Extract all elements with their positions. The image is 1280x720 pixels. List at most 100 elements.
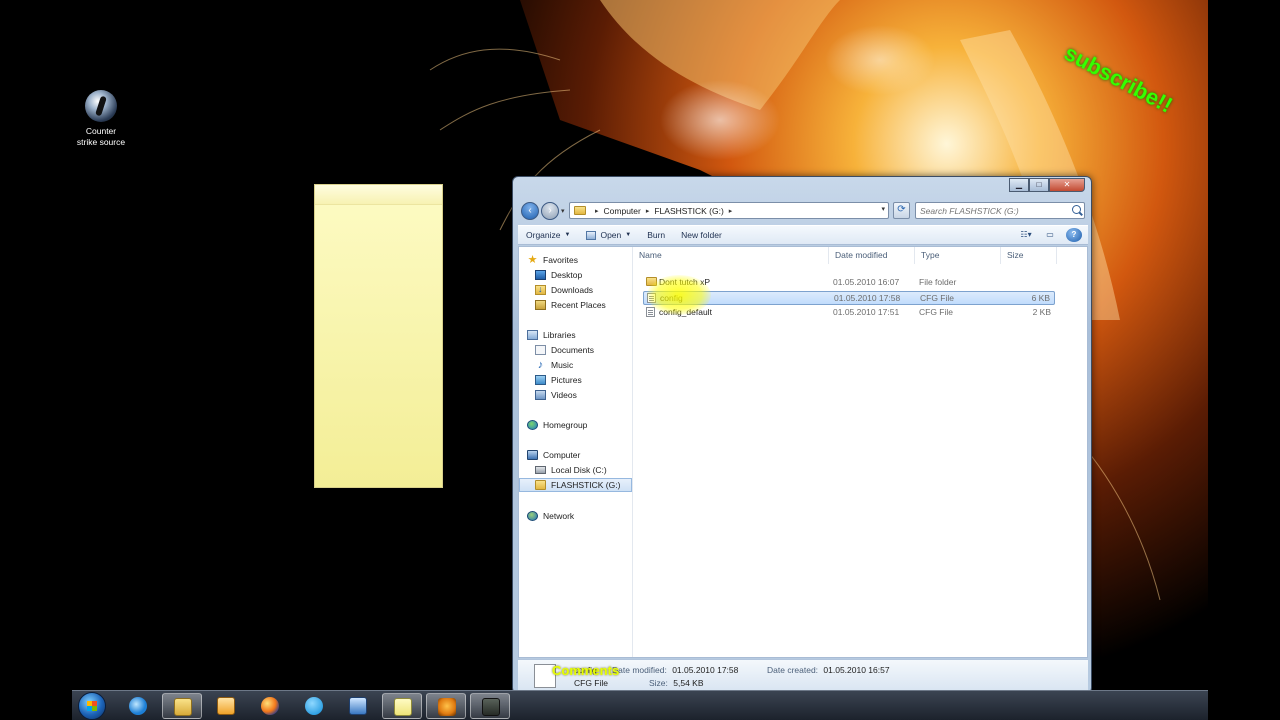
half-life-icon[interactable] <box>426 693 466 719</box>
nav-label: Local Disk (C:) <box>551 465 607 475</box>
open-button[interactable]: Open ▼ <box>578 226 639 244</box>
documents-icon <box>535 345 546 355</box>
nav-homegroup[interactable]: Homegroup <box>527 418 640 432</box>
file-name: config_default <box>659 307 712 317</box>
explorer-content: ★ Favorites Desktop Downloads Recent Pla… <box>518 246 1088 658</box>
breadcrumb-flashstick[interactable]: FLASHSTICK (G:) <box>654 206 723 216</box>
counter-strike-desktop-icon[interactable]: Counter strike source <box>72 90 130 148</box>
taskbar <box>72 690 1208 720</box>
nav-label: Libraries <box>543 330 576 340</box>
windows-explorer-icon[interactable] <box>162 693 202 719</box>
back-button[interactable]: ‹ <box>521 202 539 220</box>
column-header-date[interactable]: Date modified <box>829 247 915 264</box>
file-size: 2 KB <box>1032 307 1051 317</box>
breadcrumb-computer[interactable]: Computer <box>604 206 641 216</box>
network-icon <box>527 511 538 521</box>
refresh-button[interactable]: ⟳ <box>893 202 910 219</box>
hl2-glyph <box>438 698 456 716</box>
close-button[interactable]: ✕ <box>1049 178 1085 192</box>
detail-type-value: CFG File <box>574 678 608 688</box>
forward-button[interactable]: › <box>541 202 559 220</box>
organize-button[interactable]: Organize ▼ <box>518 226 578 244</box>
media-player-icon[interactable] <box>206 693 246 719</box>
address-dropdown-icon[interactable]: ▾ <box>881 205 885 213</box>
css-glyph <box>482 698 500 716</box>
help-icon[interactable]: ? <box>1066 228 1082 242</box>
search-box[interactable] <box>915 202 1085 219</box>
firefox-icon[interactable] <box>250 693 290 719</box>
detail-name: config <box>574 665 597 675</box>
nav-flashstick[interactable]: FLASHSTICK (G:) <box>519 478 632 492</box>
nav-label: Desktop <box>551 270 583 280</box>
nav-label: Homegroup <box>543 420 588 430</box>
nav-desktop[interactable]: Desktop <box>535 268 648 282</box>
sticky-note-title-bar[interactable] <box>315 185 442 205</box>
crumb-separator-icon[interactable]: ▸ <box>729 207 733 215</box>
crumb-separator-icon[interactable]: ▸ <box>646 207 650 215</box>
nav-label: Computer <box>543 450 581 460</box>
explorer-window[interactable]: ▁ □ ✕ ‹ › ▾ ▸ Computer ▸ FLASHSTICK (G:)… <box>512 176 1092 694</box>
chevron-down-icon: ▼ <box>625 232 632 238</box>
folder-icon <box>535 480 546 490</box>
nav-documents[interactable]: Documents <box>535 343 648 357</box>
column-header-name[interactable]: Name <box>633 247 829 264</box>
right-black-bar <box>1208 0 1280 720</box>
skype-glyph <box>305 697 323 715</box>
rdp-glyph <box>349 697 367 715</box>
search-input[interactable] <box>916 203 1066 218</box>
minimize-button[interactable]: ▁ <box>1009 178 1029 192</box>
new-folder-button[interactable]: New folder <box>673 226 730 244</box>
nav-recent-places[interactable]: Recent Places <box>535 298 648 312</box>
remote-desktop-icon[interactable] <box>338 693 378 719</box>
videos-icon <box>535 390 546 400</box>
change-view-icon[interactable]: ☷▾ <box>1018 228 1034 242</box>
nav-favorites[interactable]: ★ Favorites <box>527 253 640 267</box>
skype-icon[interactable] <box>294 693 334 719</box>
nav-computer[interactable]: Computer <box>527 448 640 462</box>
crumb-separator-icon[interactable]: ▸ <box>595 207 599 215</box>
media-glyph <box>217 697 235 715</box>
navigation-pane: ★ Favorites Desktop Downloads Recent Pla… <box>519 247 633 657</box>
nav-label: Downloads <box>551 285 594 295</box>
nav-label: Network <box>543 511 575 521</box>
desktop-icon-label-2: strike source <box>76 137 126 147</box>
file-icon <box>647 293 656 303</box>
nav-libraries[interactable]: Libraries <box>527 328 640 342</box>
new-folder-label: New folder <box>681 230 722 240</box>
recent-pages-dropdown[interactable]: ▾ <box>561 207 565 215</box>
sticky-note[interactable] <box>314 184 443 488</box>
nav-network[interactable]: Network <box>527 509 640 523</box>
search-icon[interactable] <box>1072 205 1081 214</box>
nav-label: Pictures <box>551 375 582 385</box>
detail-value: 5,54 KB <box>673 678 704 688</box>
address-bar[interactable]: ▸ Computer ▸ FLASHSTICK (G:) ▸ ▾ <box>569 202 889 219</box>
detail-date-created: Date created: 01.05.2010 16:57 <box>767 665 890 675</box>
homegroup-icon <box>527 420 538 430</box>
nav-pictures[interactable]: Pictures <box>535 373 648 387</box>
column-header-type[interactable]: Type <box>915 247 1001 264</box>
burn-button[interactable]: Burn <box>639 226 673 244</box>
table-row[interactable]: Dont tutch xP 01.05.2010 16:07 File fold… <box>643 276 1055 290</box>
column-header-size[interactable]: Size <box>1001 247 1057 264</box>
detail-label: Size: <box>649 678 668 688</box>
pictures-icon <box>535 375 546 385</box>
file-type: CFG File <box>920 293 954 303</box>
nav-music[interactable]: ♪ Music <box>535 358 648 372</box>
nav-label: Videos <box>551 390 577 400</box>
start-button[interactable] <box>78 692 106 720</box>
maximize-button[interactable]: □ <box>1029 178 1049 192</box>
counter-strike-taskbar-icon[interactable] <box>470 693 510 719</box>
sticky-notes-icon[interactable] <box>382 693 422 719</box>
nav-local-disk[interactable]: Local Disk (C:) <box>535 463 648 477</box>
detail-value: 01.05.2010 16:57 <box>823 665 890 675</box>
nav-videos[interactable]: Videos <box>535 388 648 402</box>
hard-disk-icon <box>535 466 546 474</box>
preview-pane-icon[interactable]: ▭ <box>1042 228 1058 242</box>
table-row[interactable]: config_default 01.05.2010 17:51 CFG File… <box>643 306 1055 320</box>
details-pane: config Date modified: 01.05.2010 17:58 D… <box>518 659 1088 691</box>
table-row[interactable]: config 01.05.2010 17:58 CFG File 6 KB <box>643 291 1055 305</box>
internet-explorer-icon[interactable] <box>118 693 158 719</box>
nav-label: Music <box>551 360 574 370</box>
nav-downloads[interactable]: Downloads <box>535 283 648 297</box>
address-row: ‹ › ▾ ▸ Computer ▸ FLASHSTICK (G:) ▸ ▾ ⟳ <box>519 201 1085 221</box>
